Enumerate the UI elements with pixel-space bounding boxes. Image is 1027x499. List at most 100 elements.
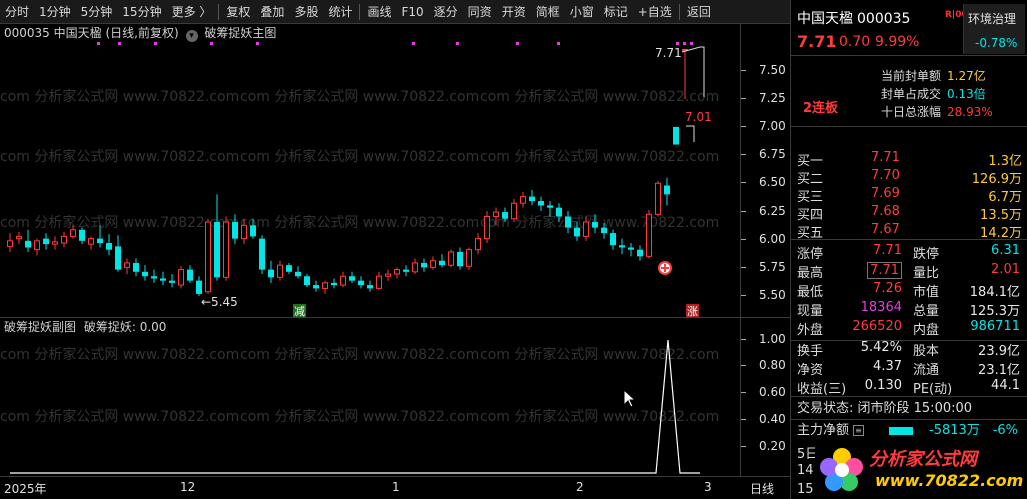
order-price: 7.71 <box>871 150 900 165</box>
stat-label: 涨停 <box>797 247 824 262</box>
candle-body <box>520 196 526 204</box>
limit-up-info: 2连板 当前封单额 1.27亿 封单占成交 0.13倍 十日总涨幅 28.93% <box>791 57 1027 127</box>
candle-body <box>52 241 58 245</box>
candle-body <box>187 269 193 281</box>
price-tick: 5.50 <box>741 288 789 302</box>
high-price-label: 7.71 <box>655 46 682 60</box>
sub-tick: 0.20 <box>741 439 789 453</box>
quote-stats: 涨停 7.71 跌停 6.31 最高 7.71 量比 2.01 最低 7.26 市值 184.1亿… <box>791 241 1027 341</box>
list-icon[interactable]: ≡ <box>853 425 864 436</box>
prev-price-label: 7.01 <box>685 110 712 124</box>
candle-body <box>430 260 436 268</box>
candle-body <box>385 273 391 277</box>
order-book-row[interactable]: 买二 7.70 126.9万 <box>791 168 1027 187</box>
main-flow-pct: -6% <box>992 423 1018 438</box>
candle-body <box>502 212 508 219</box>
candle-body <box>223 221 229 278</box>
order-volume: 126.9万 <box>971 172 1022 187</box>
stat-value: 7.26 <box>873 281 902 296</box>
stats-row: 涨停 7.71 跌停 6.31 <box>791 243 1027 262</box>
order-price: 7.67 <box>871 222 900 237</box>
candle-body <box>268 269 274 278</box>
candle-body <box>394 269 400 275</box>
fund-value: 23.9亿 <box>978 344 1020 359</box>
candle-body <box>565 216 571 228</box>
date-label: 3 <box>704 480 712 494</box>
main-flow-value: -5813万 <box>929 423 980 438</box>
sector-name: 环境治理 <box>968 12 1017 26</box>
last-price: 7.71 <box>797 32 837 51</box>
main-flow-row[interactable]: 主力净额 ≡ -5813万 -6% <box>791 421 1027 441</box>
limit-row-label: 十日总涨幅 <box>880 105 941 119</box>
candle-body <box>295 271 301 277</box>
fund-row: 收益(三) 0.130 PE(动) 44.1 <box>791 378 1027 397</box>
stat-label: 量比 <box>913 266 940 281</box>
order-volume: 6.7万 <box>988 190 1022 205</box>
fund-value: 4.37 <box>873 359 902 374</box>
stat-label: 最低 <box>797 285 824 300</box>
fund-row: 净资 4.37 流通 23.1亿 <box>791 359 1027 378</box>
order-price: 7.70 <box>871 168 900 183</box>
stat-label: 内盘 <box>913 323 940 338</box>
candle-body <box>529 196 535 201</box>
main-flow-label: 主力净额 <box>797 423 850 438</box>
logo-url: www.70822.com <box>875 471 1024 490</box>
candle-body <box>259 238 265 270</box>
candle-body <box>601 227 607 234</box>
candle-body <box>583 221 589 237</box>
candle-body <box>43 238 49 245</box>
sub-tick: 1.00 <box>741 332 789 346</box>
candle-body <box>610 233 616 246</box>
price-tick: 6.00 <box>741 232 789 246</box>
stats-row: 最高 7.71 量比 2.01 <box>791 262 1027 281</box>
candle-body <box>547 205 553 208</box>
stat-value: 7.71 <box>867 262 902 279</box>
price-tick: 6.25 <box>741 204 789 218</box>
candle-body <box>664 185 670 195</box>
candle-body <box>232 222 238 239</box>
stat-label: 跌停 <box>913 247 940 262</box>
order-level-label: 买四 <box>797 208 824 223</box>
date-label: 2025年 <box>4 482 47 496</box>
quote-header: 中国天楹 000035 R|000 7.71 0.70 9.99% 环境治理 -0… <box>791 0 1027 56</box>
fund-value: 0.130 <box>864 378 902 393</box>
price-tick: 7.00 <box>741 119 789 133</box>
quote-panel: 中国天楹 000035 R|000 7.71 0.70 9.99% 环境治理 -0… <box>790 0 1027 499</box>
stat-value: 986711 <box>970 319 1020 334</box>
limit-dot <box>690 42 693 45</box>
candle-body <box>70 229 76 237</box>
limit-row: 当前封单额 1.27亿 <box>877 67 986 84</box>
candle-body <box>277 264 283 278</box>
candle-body <box>142 271 148 277</box>
limit-row-label: 封单占成交 <box>880 87 941 101</box>
sub-tick: 0.60 <box>741 385 789 399</box>
main-flow-bar <box>889 427 913 435</box>
stat-label: 最高 <box>797 266 824 281</box>
candle-body <box>349 276 355 281</box>
stats-row: 外盘 266520 内盘 986711 <box>791 319 1027 338</box>
stat-value: 2.01 <box>991 262 1020 277</box>
candle-body <box>304 276 310 286</box>
stat-label: 现量 <box>797 304 824 319</box>
sector-box[interactable]: 环境治理 -0.78% <box>963 4 1025 54</box>
limit-dot <box>557 42 560 45</box>
order-book-row[interactable]: 买四 7.68 13.5万 <box>791 204 1027 223</box>
order-book: 买一 7.71 1.3亿 买二 7.70 126.9万 买三 7.69 6.7万 买四 7.6… <box>791 146 1027 241</box>
order-level-label: 买三 <box>797 190 824 205</box>
order-book-row[interactable]: 买五 7.67 14.2万 <box>791 222 1027 241</box>
candle-body <box>592 222 598 228</box>
period-button[interactable]: 日线 <box>750 480 774 497</box>
candle-body <box>421 262 427 268</box>
candle-body <box>556 207 562 217</box>
sub-indicator-name[interactable]: 破筹捉妖副图 <box>4 320 76 334</box>
order-level-label: 买一 <box>797 154 824 169</box>
stats-row: 现量 18364 总量 125.3万 <box>791 300 1027 319</box>
candle-body <box>205 221 211 293</box>
order-book-row[interactable]: 买一 7.71 1.3亿 <box>791 150 1027 169</box>
candle-body <box>340 275 346 286</box>
date-label: 2 <box>576 480 584 494</box>
candle-body <box>412 262 418 273</box>
price-tick: 7.25 <box>741 91 789 105</box>
order-book-row[interactable]: 买三 7.69 6.7万 <box>791 186 1027 205</box>
fund-value: 44.1 <box>991 378 1020 393</box>
